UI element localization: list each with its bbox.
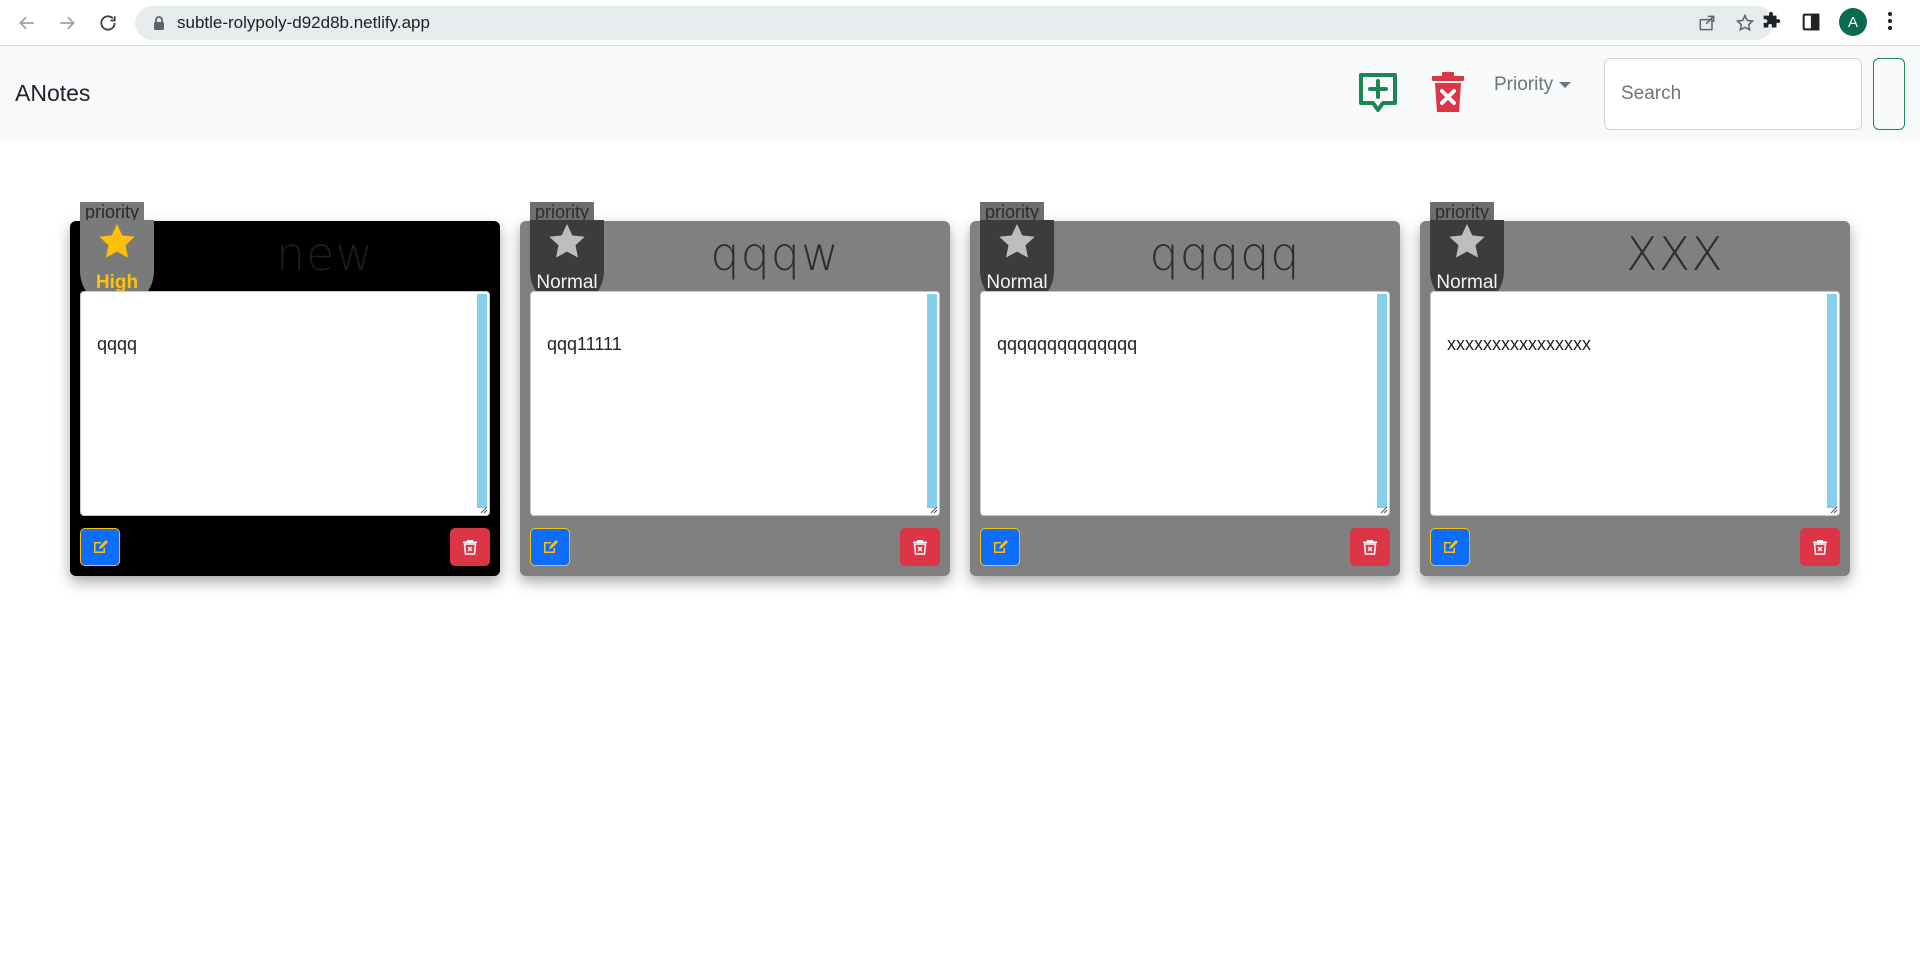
app-navbar: ANotes Priority bbox=[0, 46, 1920, 140]
priority-tag: priority bbox=[530, 202, 595, 222]
share-icon[interactable] bbox=[1697, 13, 1717, 33]
star-icon bbox=[999, 224, 1035, 258]
priority-dropdown-label: Priority bbox=[1494, 74, 1554, 95]
star-icon bbox=[99, 224, 135, 258]
edit-note-button[interactable] bbox=[80, 528, 120, 566]
side-panel-icon[interactable] bbox=[1800, 11, 1822, 33]
edit-note-button[interactable] bbox=[980, 528, 1020, 566]
resize-handle-icon[interactable] bbox=[930, 506, 938, 514]
note-text: qqq11111 bbox=[547, 334, 622, 354]
edit-note-button[interactable] bbox=[530, 528, 570, 566]
priority-dropdown[interactable]: Priority bbox=[1494, 70, 1572, 100]
note-text: qqqqqqqqqqqqqq bbox=[997, 334, 1138, 354]
trash-icon bbox=[913, 540, 927, 555]
search-button[interactable] bbox=[1873, 58, 1905, 130]
scrollbar[interactable] bbox=[1377, 294, 1387, 508]
profile-avatar[interactable]: A bbox=[1839, 8, 1867, 36]
add-note-button[interactable] bbox=[1356, 70, 1400, 114]
resize-handle-icon[interactable] bbox=[480, 506, 488, 514]
note-body-textarea[interactable]: qqqqqqqqqqqqqq bbox=[980, 291, 1390, 516]
note-title: qqqw bbox=[710, 227, 840, 281]
note-title: new bbox=[275, 227, 375, 281]
note-card: priority Normal XXX xxxxxxxxxxxxxxxx bbox=[1420, 202, 1850, 576]
chevron-down-icon bbox=[1559, 82, 1572, 88]
priority-tag: priority bbox=[980, 202, 1045, 222]
scrollbar[interactable] bbox=[477, 294, 487, 508]
address-bar[interactable]: subtle-rolypoly-d92d8b.netlify.app bbox=[135, 6, 1773, 40]
star-icon bbox=[549, 224, 585, 258]
note-text: xxxxxxxxxxxxxxxx bbox=[1447, 334, 1591, 354]
note-body-textarea[interactable]: xxxxxxxxxxxxxxxx bbox=[1430, 291, 1840, 516]
trash-icon bbox=[1813, 540, 1827, 555]
note-title: XXX bbox=[1626, 227, 1724, 281]
edit-icon bbox=[94, 540, 108, 553]
notes-grid: priority High new qqqq priority Normal q… bbox=[0, 140, 1920, 976]
lock-icon[interactable] bbox=[151, 15, 167, 31]
note-body-textarea[interactable]: qqq11111 bbox=[530, 291, 940, 516]
bookmark-star-icon[interactable] bbox=[1735, 13, 1755, 33]
trash-icon bbox=[463, 540, 477, 555]
priority-tag: priority bbox=[1430, 202, 1495, 222]
browser-toolbar: subtle-rolypoly-d92d8b.netlify.app A bbox=[0, 0, 1920, 46]
extensions-icon[interactable] bbox=[1760, 11, 1782, 33]
star-icon bbox=[1449, 224, 1485, 258]
forward-icon[interactable] bbox=[53, 9, 81, 37]
note-card: priority Normal qqqqq qqqqqqqqqqqqqq bbox=[970, 202, 1400, 576]
search-input[interactable] bbox=[1604, 58, 1862, 130]
note-card: priority Normal qqqw qqq11111 bbox=[520, 202, 950, 576]
priority-tag: priority bbox=[80, 202, 145, 222]
note-text: qqqq bbox=[97, 334, 138, 354]
menu-kebab-icon[interactable] bbox=[1884, 10, 1896, 34]
edit-icon bbox=[544, 540, 558, 553]
delete-all-button[interactable] bbox=[1428, 70, 1468, 114]
edit-note-button[interactable] bbox=[1430, 528, 1470, 566]
trash-icon bbox=[1363, 540, 1377, 555]
url-text[interactable]: subtle-rolypoly-d92d8b.netlify.app bbox=[177, 13, 430, 33]
back-icon[interactable] bbox=[13, 9, 41, 37]
delete-note-button[interactable] bbox=[900, 528, 940, 566]
note-body-textarea[interactable]: qqqq bbox=[80, 291, 490, 516]
brand-title[interactable]: ANotes bbox=[15, 80, 90, 107]
edit-icon bbox=[994, 540, 1008, 553]
delete-note-button[interactable] bbox=[450, 528, 490, 566]
note-title: qqqqq bbox=[1149, 227, 1301, 281]
scrollbar[interactable] bbox=[927, 294, 937, 508]
resize-handle-icon[interactable] bbox=[1830, 506, 1838, 514]
edit-icon bbox=[1444, 540, 1458, 553]
scrollbar[interactable] bbox=[1827, 294, 1837, 508]
reload-icon[interactable] bbox=[94, 9, 122, 37]
resize-handle-icon[interactable] bbox=[1380, 506, 1388, 514]
note-card: priority High new qqqq bbox=[70, 202, 500, 576]
delete-note-button[interactable] bbox=[1350, 528, 1390, 566]
delete-note-button[interactable] bbox=[1800, 528, 1840, 566]
